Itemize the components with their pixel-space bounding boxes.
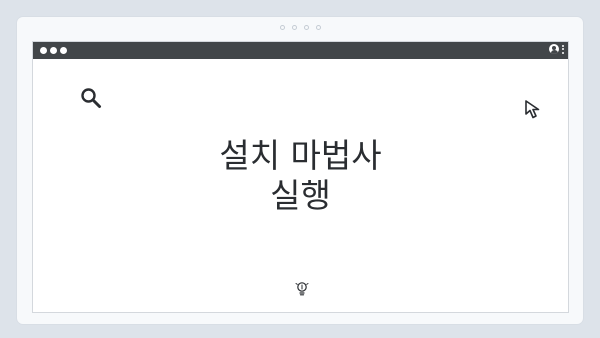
- window-titlebar: [33, 42, 568, 59]
- title-line-1: 설치 마법사: [219, 136, 382, 175]
- titlebar-actions: [549, 44, 564, 54]
- kebab-menu-icon[interactable]: [562, 44, 564, 54]
- window-control-dot[interactable]: [50, 47, 57, 54]
- pagination-dots: [17, 25, 583, 30]
- user-icon[interactable]: [549, 44, 559, 54]
- browser-window: 설치 마법사 실행: [32, 41, 569, 313]
- pagination-dot[interactable]: [291, 25, 297, 30]
- window-controls: [40, 47, 67, 54]
- pagination-dot[interactable]: [279, 25, 285, 30]
- window-control-dot[interactable]: [60, 47, 67, 54]
- cursor-icon: [525, 100, 540, 119]
- slide-card: 설치 마법사 실행: [17, 17, 583, 324]
- search-icon: [81, 88, 101, 108]
- title-line-2: 실행: [270, 176, 331, 215]
- pagination-dot[interactable]: [303, 25, 309, 30]
- lightbulb-icon: [295, 282, 309, 296]
- page-title: 설치 마법사 실행: [33, 136, 568, 216]
- pagination-dot[interactable]: [315, 25, 321, 30]
- window-control-dot[interactable]: [40, 47, 47, 54]
